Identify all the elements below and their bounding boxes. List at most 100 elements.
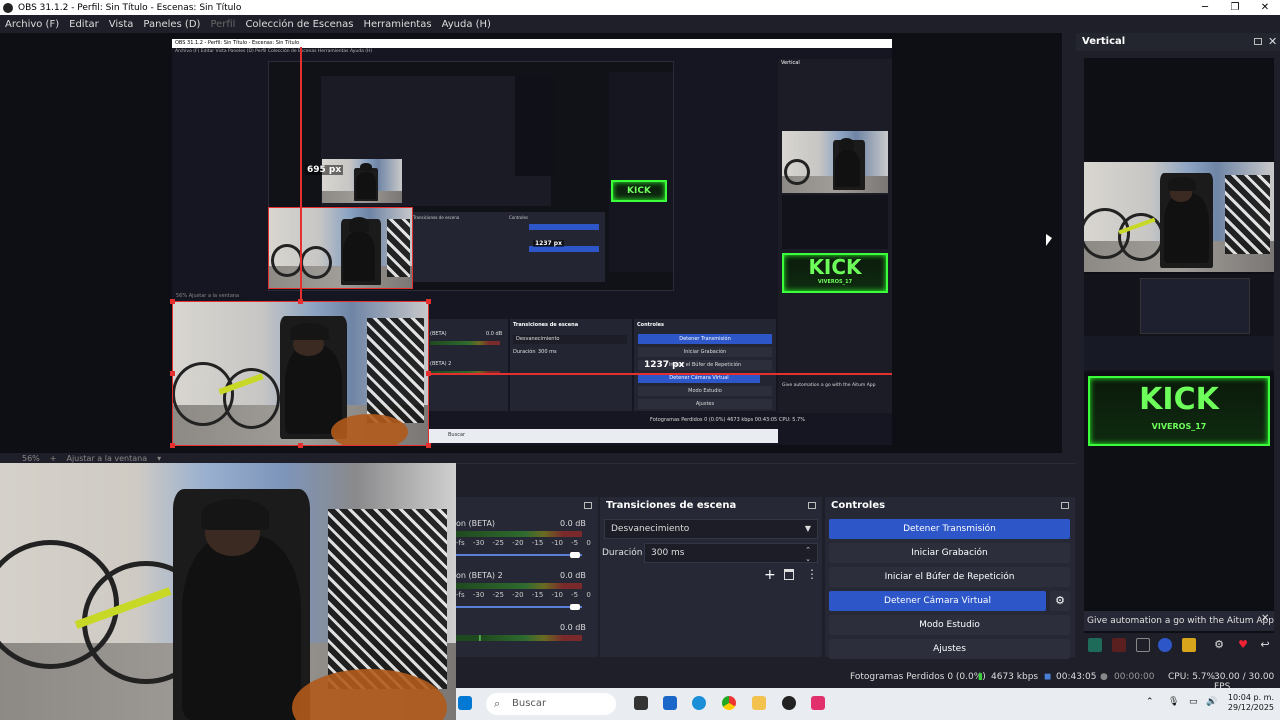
transition-selected: Desvanecimiento	[611, 524, 690, 534]
menu-paneles[interactable]: Paneles (D)	[143, 19, 200, 30]
aitum-close-icon[interactable]: ✕	[1261, 613, 1269, 624]
vertical-canvas[interactable]: KICK VIVEROS_17	[1084, 58, 1274, 633]
task-view-icon[interactable]	[634, 696, 648, 710]
controls-float-icon[interactable]	[1061, 502, 1069, 509]
mixer-track-1-db: 0.0 dB	[560, 519, 586, 528]
menu-editar[interactable]: Editar	[69, 19, 99, 30]
nested-aitum-text: Give automation a go with the Aitum App	[782, 383, 876, 388]
menu-perfil[interactable]: Perfil	[210, 19, 235, 30]
tray-chevron-icon[interactable]: ⌃	[1146, 697, 1154, 707]
resize-handle-tl[interactable]	[170, 299, 175, 304]
mixer-track-1-meter	[456, 531, 582, 537]
mixer-float-icon[interactable]	[584, 502, 592, 509]
mixer-track-2-db: 0.0 dB	[560, 571, 586, 580]
menu-herramientas[interactable]: Herramientas	[363, 19, 431, 30]
duration-spinbox[interactable]: 300 ms ⌃ ⌄	[644, 543, 818, 563]
capcut-icon[interactable]	[811, 696, 825, 710]
vertical-cam-source	[1084, 162, 1274, 272]
trash-icon[interactable]	[784, 569, 794, 580]
nested-vertical-dock: Vertical KICK VIVEROS_17 Give automation…	[778, 59, 892, 413]
edge-icon[interactable]	[692, 696, 706, 710]
spin-down-icon[interactable]: ⌄	[805, 550, 811, 568]
mixer-track-2-knob[interactable]	[570, 604, 580, 610]
chrome-icon[interactable]	[722, 696, 736, 710]
transition-select[interactable]: Desvanecimiento ▼	[604, 519, 818, 539]
nested-taskbar: Buscar	[428, 429, 778, 443]
taskbar-clock[interactable]: 10:04 p. m. 29/12/2025	[1228, 693, 1274, 713]
vertical-replay-icon[interactable]	[1182, 638, 1196, 652]
menu-bar: Archivo (F) Editar Vista Paneles (D) Per…	[0, 15, 1280, 33]
store-icon[interactable]	[663, 696, 677, 710]
close-button[interactable]: ✕	[1250, 0, 1280, 15]
nested-vertical-screen	[782, 195, 888, 249]
zoom-in-button[interactable]: +	[50, 454, 57, 463]
controls-title: Controles	[831, 500, 886, 511]
menu-ayuda[interactable]: Ayuda (H)	[442, 19, 491, 30]
vertical-gear-icon[interactable]: ⚙	[1212, 638, 1226, 652]
aitum-text: Give automation a go with the Aitum App	[1087, 616, 1274, 626]
nested-transitions: Transiciones de escena Desvanecimiento D…	[510, 319, 632, 411]
mixer-track-1-slider[interactable]	[456, 554, 582, 556]
resize-handle-tr[interactable]	[426, 299, 431, 304]
obs-taskbar-icon[interactable]	[782, 696, 796, 710]
nested-menu-bar: Archivo (F) Editar Vista Paneles (D) Per…	[175, 49, 373, 54]
main-preview[interactable]: OBS 31.1.2 - Perfil: Sin Título - Escena…	[0, 33, 1062, 453]
vertical-close-icon[interactable]: ✕	[1268, 35, 1277, 48]
mixer-track-3-db: 0.0 dB	[560, 623, 586, 632]
vertical-exit-icon[interactable]: ↩	[1258, 638, 1272, 652]
nested-mixer-beta2: (BETA) 2	[430, 361, 452, 367]
nested-stop-stream: Detener Transmisión	[638, 334, 772, 344]
nested-vertical-title: Vertical	[781, 60, 800, 66]
menu-vista[interactable]: Vista	[109, 19, 134, 30]
vertical-float-icon[interactable]	[1254, 38, 1262, 45]
settings-button[interactable]: Ajustes	[829, 639, 1070, 659]
nested-trans-title: Transiciones de escena	[513, 322, 579, 328]
obs-logo-icon	[3, 2, 13, 13]
studio-mode-button[interactable]: Modo Estudio	[829, 615, 1070, 635]
zoom-dropdown-icon[interactable]: ▾	[157, 454, 161, 463]
transitions-float-icon[interactable]	[808, 502, 816, 509]
virtual-camera-gear-icon[interactable]: ⚙	[1050, 591, 1070, 611]
mixer-track-1-knob[interactable]	[570, 552, 580, 558]
start-recording-button[interactable]: Iniciar Grabación	[829, 543, 1070, 563]
vertical-stream-icon[interactable]	[1158, 638, 1172, 652]
guide-line-horizontal	[429, 373, 892, 375]
network-icon[interactable]: ▭	[1189, 697, 1198, 707]
taskbar-search-box[interactable]: ⌕ Buscar	[486, 693, 616, 715]
volume-icon[interactable]: 🔊	[1206, 697, 1217, 707]
stop-stream-button[interactable]: Detener Transmisión	[829, 519, 1070, 539]
microphone-icon[interactable]: 🎙	[1168, 697, 1179, 707]
more-options-icon[interactable]: ⋮	[806, 567, 818, 581]
taskbar-search-text: Buscar	[512, 698, 547, 709]
stop-virtual-camera-button[interactable]: Detener Cámara Virtual	[829, 591, 1046, 611]
nested-duration-value: 300 ms	[538, 349, 557, 355]
file-explorer-icon[interactable]	[752, 696, 766, 710]
windows-start-icon[interactable]	[458, 696, 472, 710]
mixer-track-2-slider[interactable]	[456, 606, 582, 608]
replay-buffer-button[interactable]: Iniciar el Búfer de Repetición	[829, 567, 1070, 587]
aitum-banner[interactable]: Give automation a go with the Aitum App	[1084, 611, 1274, 631]
maximize-button[interactable]: ❐	[1220, 0, 1250, 15]
selection-box[interactable]	[172, 301, 429, 446]
vertical-record-icon[interactable]	[1112, 638, 1126, 652]
duration-label: Duración	[602, 548, 643, 558]
zoom-value[interactable]: 56%	[22, 454, 40, 463]
menu-archivo[interactable]: Archivo (F)	[5, 19, 59, 30]
resize-handle-l[interactable]	[170, 371, 175, 376]
menu-coleccion-escenas[interactable]: Colección de Escenas	[245, 19, 353, 30]
resize-handle-br[interactable]	[426, 443, 431, 448]
mouse-cursor-icon	[1046, 234, 1052, 246]
height-label: 1237 px	[644, 360, 685, 370]
audio-mixer-dock: on (BETA) 0.0 dB -fs -30 -25 -20 -15 -10…	[456, 497, 598, 657]
vertical-backtrack-icon[interactable]	[1136, 638, 1150, 652]
add-transition-icon[interactable]: +	[764, 567, 776, 583]
vertical-heart-icon[interactable]: ♥	[1236, 638, 1250, 652]
nested-controls-title: Controles	[637, 322, 665, 328]
vertical-toolbar-icon-1[interactable]	[1088, 638, 1102, 652]
resize-handle-b[interactable]	[298, 443, 303, 448]
resize-handle-bl[interactable]	[170, 443, 175, 448]
fit-window-button[interactable]: Ajustar a la ventana	[66, 454, 147, 463]
nested-inner-stop-stream	[529, 224, 599, 230]
minimize-button[interactable]: ─	[1190, 0, 1220, 15]
nested-height-label-small: 1237 px	[533, 240, 564, 247]
